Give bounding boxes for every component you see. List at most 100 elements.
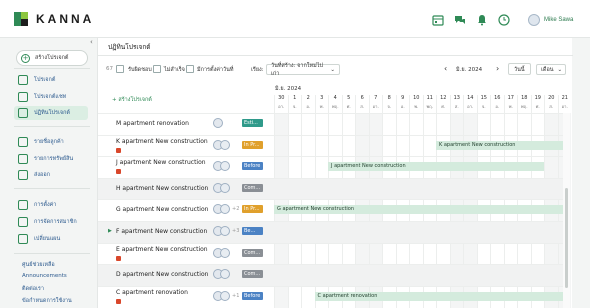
more-assignees-count[interactable]: +2 — [232, 206, 239, 212]
assignee-avatar[interactable] — [220, 182, 230, 193]
plus-icon: + — [21, 53, 30, 63]
day-number: 8 — [387, 95, 391, 101]
prev-month-icon[interactable]: ‹ — [444, 64, 447, 73]
day-number: 9 — [401, 95, 405, 101]
gantt-bar[interactable]: G apartment New construction — [274, 205, 566, 215]
project-name[interactable]: H apartment New construction — [116, 185, 208, 192]
status-badge[interactable]: Be... — [242, 227, 263, 235]
day-header: 9 อ. — [395, 95, 410, 113]
next-month-icon[interactable]: › — [496, 64, 499, 73]
box-icon — [18, 154, 28, 164]
view-select[interactable]: เดือน ⌄ — [536, 64, 566, 75]
day-number: 11 — [426, 95, 433, 101]
filter-date-set-checkbox[interactable] — [186, 65, 194, 73]
sort-value: วันที่สร้าง: จากใหม่ไปเก่า — [271, 62, 323, 77]
weekday-label: พฤ. — [331, 104, 339, 109]
project-name[interactable]: G apartment New construction — [116, 206, 208, 213]
status-badge[interactable]: Esti... — [242, 119, 263, 127]
create-project-button[interactable]: + สร้างโปรเจกต์ — [16, 50, 88, 66]
vertical-scrollbar[interactable] — [565, 188, 568, 288]
day-number: 17 — [507, 95, 514, 101]
day-number: 3 — [320, 95, 324, 101]
expand-row-icon[interactable]: ▶ — [108, 228, 112, 234]
day-number: 20 — [548, 95, 555, 101]
project-name[interactable]: D apartment New construction — [116, 271, 208, 278]
day-header: 21 อา. — [557, 95, 572, 113]
day-number: 7 — [374, 95, 378, 101]
sidebar-item-project-calendar[interactable]: ปฏิทินโปรเจกต์ — [14, 106, 88, 120]
status-badge[interactable]: Com... — [242, 183, 263, 192]
clock-icon[interactable] — [498, 14, 510, 26]
contact-link[interactable]: ติดต่อเรา — [22, 285, 44, 293]
day-number: 13 — [453, 95, 460, 101]
status-badge[interactable]: Com... — [242, 248, 263, 257]
warning-icon — [116, 298, 121, 304]
sort-select[interactable]: วันที่สร้าง: จากใหม่ไปเก่า ⌄ — [266, 62, 340, 77]
day-number: 15 — [480, 95, 487, 101]
filter-incomplete-checkbox[interactable] — [153, 65, 161, 73]
status-badge[interactable]: Before — [242, 291, 263, 300]
sidebar-item-change-plan[interactable]: เปลี่ยนแผน — [18, 233, 60, 245]
gantt-bar[interactable]: C apartment renovation — [314, 291, 566, 301]
day-number: 6 — [360, 95, 364, 101]
filter-responsible-checkbox[interactable] — [116, 65, 124, 73]
gantt-bar[interactable]: J apartment New construction — [328, 162, 544, 172]
announcements-link[interactable]: Announcements — [22, 273, 67, 279]
day-header: 12 ศ. — [436, 95, 450, 113]
day-number: 18 — [521, 95, 528, 101]
sidebar-item-assets[interactable]: รายการทรัพย์สิน — [18, 153, 73, 165]
table-icon — [18, 75, 28, 85]
warning-icon — [116, 169, 121, 175]
day-header: 6 ส. — [355, 95, 369, 113]
calendar-icon[interactable] — [432, 14, 444, 26]
status-badge[interactable]: Before — [242, 162, 263, 171]
assignee-avatar[interactable] — [220, 290, 230, 301]
project-name[interactable]: C apartment renovation — [116, 289, 188, 296]
user-name: Mike Sawa — [544, 17, 574, 23]
bell-icon[interactable] — [476, 14, 488, 26]
assignee-avatar[interactable] — [220, 247, 230, 258]
collapse-sidebar-icon[interactable]: ‹ — [90, 38, 93, 46]
status-badge[interactable]: In Pr... — [242, 205, 263, 214]
assignee-avatar[interactable] — [220, 226, 230, 236]
weekday-label: ศ. — [441, 104, 446, 109]
weekday-label: พ. — [414, 104, 419, 109]
logo-mark-icon — [14, 12, 28, 26]
project-name[interactable]: M apartment renovation — [116, 120, 189, 127]
project-name[interactable]: F apartment New construction — [116, 228, 207, 235]
weekday-label: อ. — [400, 104, 405, 109]
more-assignees-count[interactable]: +1 — [232, 293, 239, 299]
gantt-bar[interactable]: K apartment New construction — [436, 140, 566, 150]
project-name[interactable]: J apartment New construction — [116, 159, 206, 166]
sidebar-item-settings[interactable]: การตั้งค่า — [18, 199, 56, 211]
sidebar-item-members[interactable]: การจัดการสมาชิก — [18, 216, 77, 228]
more-assignees-count[interactable]: +3 — [232, 228, 239, 234]
chat-icon[interactable] — [454, 14, 466, 26]
day-number: 2 — [306, 95, 310, 101]
kanna-logo[interactable]: KANNA — [14, 12, 94, 26]
sidebar-item-projects[interactable]: โปรเจกต์ — [18, 74, 55, 86]
sidebar-item-label: โปรเจกต์ — [34, 77, 56, 83]
terms-link[interactable]: ข้อกำหนดการใช้งาน — [22, 297, 72, 305]
sidebar-item-project-chat[interactable]: โปรเจกต์แชท — [18, 91, 66, 103]
add-project-link[interactable]: + สร้างโปรเจกต์ — [112, 96, 152, 104]
project-name[interactable]: K apartment New construction — [116, 138, 208, 145]
status-badge[interactable]: Com... — [242, 270, 263, 279]
status-badge[interactable]: In Pr... — [242, 140, 263, 149]
sidebar-item-export[interactable]: ส่งออก — [18, 169, 50, 181]
assignee-avatar[interactable] — [220, 139, 230, 150]
help-center-link[interactable]: ศูนย์ช่วยเหลือ — [22, 261, 55, 269]
day-number: 12 — [440, 95, 447, 101]
assignee-avatar[interactable] — [213, 118, 223, 128]
weekday-label: ส. — [549, 104, 554, 109]
today-button[interactable]: วันนี้ — [508, 63, 531, 75]
user-menu[interactable]: Mike Sawa — [528, 14, 573, 26]
sidebar-item-customers[interactable]: รายชื่อลูกค้า — [18, 136, 64, 148]
weekday-label: อ. — [306, 104, 311, 109]
top-bar: KANNA Mike Sawa — [0, 0, 590, 38]
day-header: 16 อ. — [490, 95, 504, 113]
warning-icon — [116, 147, 121, 153]
day-number: 10 — [413, 95, 420, 101]
weekday-label: ศ. — [346, 104, 351, 109]
project-name[interactable]: E apartment New construction — [116, 246, 208, 253]
